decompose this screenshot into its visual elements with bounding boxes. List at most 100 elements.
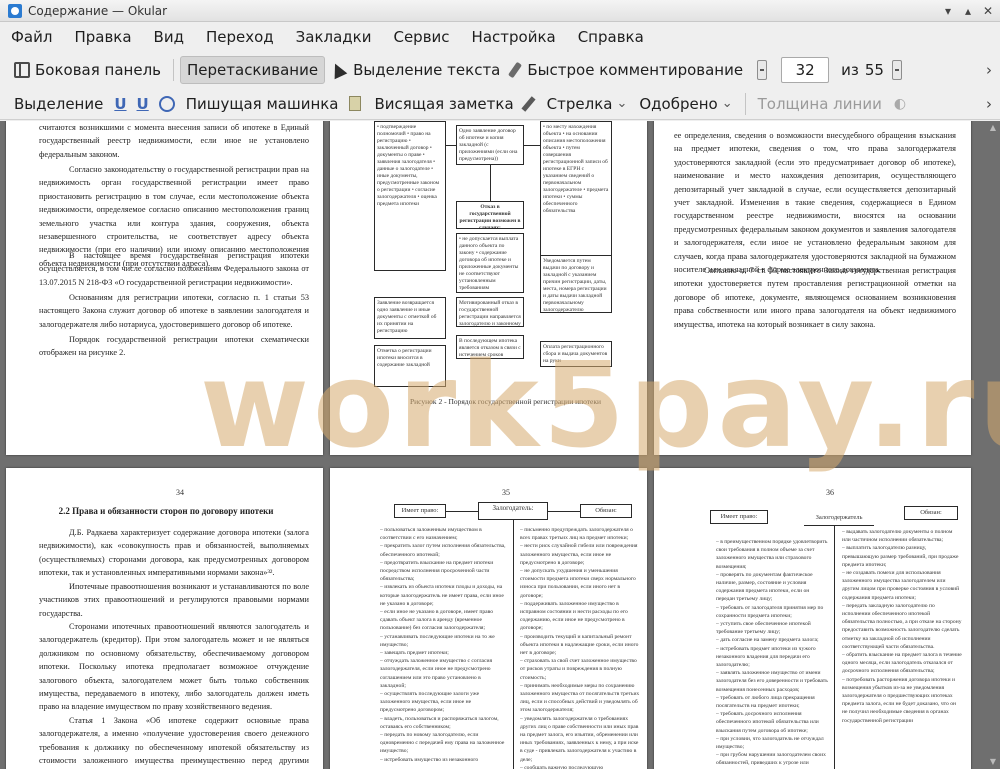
toolbar-separator bbox=[744, 92, 746, 115]
list-item: – передать закладную залогодателю по исп… bbox=[842, 602, 962, 650]
page-total-label: 55 bbox=[864, 61, 884, 79]
highlight-tool-label: Выделение bbox=[14, 94, 104, 113]
pledgor-header-box: Залогодатель: bbox=[478, 502, 548, 520]
underline-icon[interactable]: U bbox=[114, 95, 126, 113]
menu-tools[interactable]: Сервис bbox=[382, 28, 460, 46]
list-item: – владеть, пользоваться и распоряжаться … bbox=[380, 715, 499, 730]
toolbar-overflow-icon[interactable]: › bbox=[986, 95, 992, 113]
text-selection-button[interactable]: Выделение текста bbox=[325, 56, 506, 84]
menu-edit[interactable]: Правка bbox=[63, 28, 142, 46]
flow-connector bbox=[524, 145, 540, 146]
pledgor-duties-list: – письменно предупреждать залогодержател… bbox=[520, 526, 640, 769]
list-item: – письменно предупреждать залогодержател… bbox=[520, 527, 633, 542]
close-icon[interactable]: ✕ bbox=[980, 3, 996, 19]
list-item: – прекратить залог путем исполнения обяз… bbox=[380, 543, 506, 558]
arrow-tool-button[interactable]: Стрелка ⌄ bbox=[541, 90, 634, 118]
duties-header-box: Обязан: bbox=[904, 506, 958, 520]
line-width-button[interactable]: Толщина линии bbox=[752, 90, 888, 118]
page-35-diagram: 35 Имеет право: Залогодатель: Обязан: – … bbox=[330, 468, 647, 769]
page-35-paragraph-2: Согласно п. 7 ст. 53 настоящего Закона г… bbox=[674, 266, 956, 329]
squiggle-underline-icon[interactable]: U bbox=[137, 95, 149, 113]
page-of-label: из bbox=[841, 61, 859, 79]
flow-box: • по месту нахождения объекта • на основ… bbox=[540, 121, 612, 261]
list-item: – страховать за свой счет заложенное иму… bbox=[520, 658, 637, 681]
color-picker-icon[interactable]: ◐ bbox=[894, 96, 906, 112]
line-width-label: Толщина линии bbox=[757, 94, 882, 113]
list-item: – осуществлять последующие залоги уже за… bbox=[380, 691, 480, 714]
figure-caption: Рисунок 2 - Порядок государственной реги… bbox=[410, 397, 602, 406]
diagram-divider bbox=[834, 526, 835, 769]
scroll-up-icon[interactable]: ▲ bbox=[988, 123, 998, 133]
menu-file[interactable]: Файл bbox=[0, 28, 63, 46]
page-33-paragraph-4: Основаниям для регистрации ипотеки, согл… bbox=[39, 293, 309, 329]
list-item: – требовать от залогодателя принятия мер… bbox=[716, 604, 824, 619]
arrow-tool-label: Стрелка bbox=[546, 94, 613, 113]
drag-mode-button[interactable]: Перетаскивание bbox=[180, 56, 326, 84]
list-item: – не допускать ухудшения и уменьшения ст… bbox=[520, 568, 636, 599]
menu-bookmarks[interactable]: Закладки bbox=[285, 28, 383, 46]
scroll-down-icon[interactable]: ▼ bbox=[988, 757, 998, 767]
maximize-icon[interactable]: ▴ bbox=[960, 3, 976, 19]
document-viewport[interactable]: считаются возникшими с момента внесения … bbox=[0, 121, 1000, 769]
list-item: – принимать необходимые меры по сохранен… bbox=[520, 682, 640, 714]
flow-connector bbox=[446, 145, 456, 146]
strikeout-icon[interactable] bbox=[158, 95, 175, 112]
list-item: – уведомлять залогодержателя о требовани… bbox=[520, 715, 639, 763]
sticky-note-icon bbox=[348, 96, 361, 111]
pledgor-rights-list: – пользоваться заложенным имуществом в с… bbox=[380, 526, 506, 769]
page-34-paragraph-2: Ипотечные правоотношения возникают и уст… bbox=[39, 582, 309, 618]
flow-box: Отметка о регистрации ипотеки вносится в… bbox=[374, 345, 446, 387]
menu-view[interactable]: Вид bbox=[143, 28, 195, 46]
typewriter-tool-button[interactable]: Пишущая машинка bbox=[180, 90, 345, 118]
list-item: – выплатить залогодателю разницу, превыш… bbox=[842, 545, 959, 568]
previous-page-icon[interactable] bbox=[757, 60, 768, 80]
pledgee-duties-list: – выдавать залогодателю документы о полн… bbox=[842, 528, 962, 769]
list-item: – не создавать помехи для использования … bbox=[842, 570, 960, 601]
flow-box: Уведомляется путем выдачи по договору и … bbox=[540, 255, 612, 313]
menu-settings[interactable]: Настройка bbox=[461, 28, 567, 46]
flow-box: Мотивированный отказ в государственной р… bbox=[456, 297, 524, 327]
pledgee-header: Залогодержатель bbox=[804, 512, 874, 526]
sidebar-toggle-label: Боковая панель bbox=[35, 61, 161, 79]
sticky-note-tool-button[interactable]: Висящая заметка bbox=[369, 90, 520, 118]
list-item: – при условии, что залогодатель не отчуж… bbox=[716, 735, 824, 751]
list-item: – требовать досрочного исполнения обеспе… bbox=[716, 711, 819, 734]
list-item: – производить текущий и капитальный ремо… bbox=[520, 633, 639, 657]
page-33-paragraph-1: считаются возникшими с момента внесения … bbox=[39, 123, 309, 159]
menu-go[interactable]: Переход bbox=[195, 28, 285, 46]
highlight-tool-button[interactable]: Выделение bbox=[8, 90, 109, 118]
list-item: – предотвратить взыскание на предмет ипо… bbox=[380, 559, 494, 583]
page-36: 36 Имеет право: Залогодержатель Обязан: … bbox=[654, 468, 971, 769]
window-title: Содержание — Okular bbox=[28, 3, 168, 18]
text-selection-label: Выделение текста bbox=[353, 61, 501, 79]
list-item: – пользоваться заложенным имуществом в с… bbox=[380, 527, 482, 542]
page-number: 34 bbox=[176, 488, 184, 497]
menu-bar: Файл Правка Вид Переход Закладки Сервис … bbox=[0, 22, 1000, 52]
drag-mode-label: Перетаскивание bbox=[187, 61, 319, 79]
list-item: – истребовать имущество из незаконного bbox=[380, 756, 479, 763]
stamp-tool-button[interactable]: Одобрено ⌄ bbox=[633, 90, 738, 118]
flow-box: В последующем ипотека является отказом в… bbox=[456, 335, 524, 359]
list-item: – дать согласие на замену предмета залог… bbox=[716, 637, 819, 644]
flow-box: • подтверждение полномочий • право на ре… bbox=[374, 121, 446, 271]
page-34-paragraph-1: Д.Б. Радкаева характеризует содержание д… bbox=[39, 528, 309, 578]
next-page-icon[interactable] bbox=[891, 60, 902, 80]
quick-comment-button[interactable]: Быстрое комментирование bbox=[506, 56, 749, 84]
page-34-paragraph-3: Сторонами ипотечных правоотношений являю… bbox=[39, 622, 309, 712]
menu-help[interactable]: Справка bbox=[567, 28, 655, 46]
page-number-input[interactable]: 32 bbox=[781, 57, 830, 83]
list-item: – требовать от любого лица прекращения п… bbox=[716, 694, 815, 710]
sidebar-toggle-button[interactable]: Боковая панель bbox=[8, 56, 167, 84]
chevron-down-icon: ⌄ bbox=[616, 96, 628, 111]
toolbar-overflow-icon[interactable]: › bbox=[986, 61, 992, 79]
section-heading: 2.2 Права и обязанности сторон по догово… bbox=[58, 506, 274, 516]
list-item: – отчуждать заложенное имущество с согла… bbox=[380, 658, 493, 689]
diagram-divider bbox=[513, 520, 514, 769]
rights-header-box: Имеет право: bbox=[394, 504, 446, 518]
minimize-icon[interactable]: ▾ bbox=[940, 3, 956, 19]
flow-connector bbox=[490, 165, 491, 201]
page-35-paragraph-1: ее определения, сведения о возможности в… bbox=[674, 131, 956, 275]
diagram-connector bbox=[446, 511, 478, 512]
page-number: 35 bbox=[502, 488, 510, 497]
quick-comment-label: Быстрое комментирование bbox=[527, 61, 744, 79]
